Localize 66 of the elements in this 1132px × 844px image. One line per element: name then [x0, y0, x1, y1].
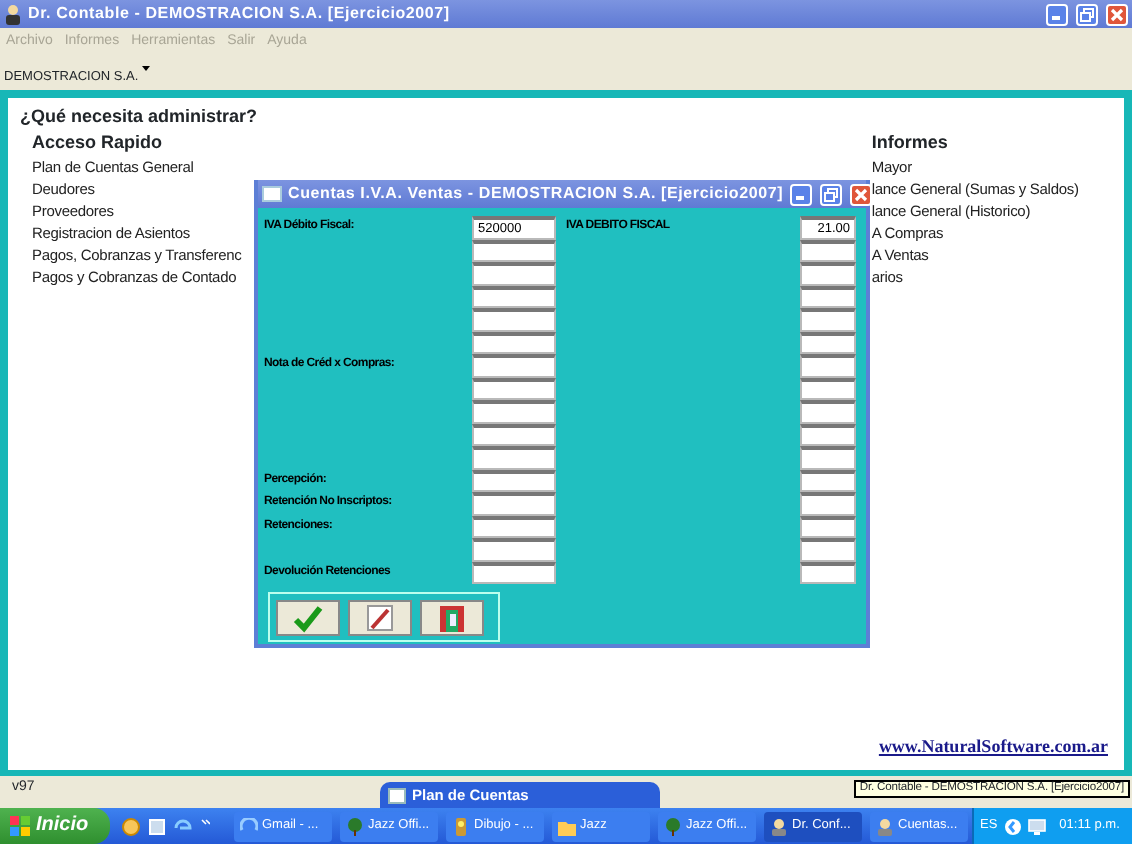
input-field[interactable] [800, 538, 856, 561]
window-title: Dr. Contable - DEMOSTRACION S.A. [Ejercicio2007] [28, 4, 450, 24]
input-field[interactable] [472, 561, 556, 584]
folder-icon [558, 817, 576, 835]
close-icon [853, 187, 868, 201]
input-field[interactable] [800, 423, 856, 446]
input-field[interactable] [800, 515, 856, 538]
icon-button[interactable] [348, 600, 412, 636]
input-field[interactable] [472, 308, 556, 331]
icon-button[interactable] [276, 600, 340, 636]
input-field[interactable] [800, 377, 856, 400]
close-button[interactable] [1106, 3, 1128, 25]
windows-logo-icon [10, 816, 30, 836]
section-title: Acceso Rapido [32, 131, 165, 154]
minimize-button[interactable] [789, 183, 812, 205]
pencil-icon [364, 603, 396, 633]
app-icon [770, 817, 788, 835]
input-field[interactable] [472, 446, 556, 469]
question-heading: ¿Qué necesita administrar? [20, 106, 260, 128]
input-field[interactable] [472, 354, 556, 377]
input-field[interactable] [800, 561, 856, 584]
input-field[interactable] [800, 469, 856, 492]
input-field[interactable] [800, 308, 856, 331]
input-field[interactable] [800, 400, 856, 423]
dialog-title: Cuentas I.V.A. Ventas - DEMOSTRACION S.A. [Ejercicio2007] [288, 184, 784, 204]
website-link[interactable]: www.NaturalSoftware.com.ar [878, 736, 1108, 758]
monitor-icon[interactable] [1027, 817, 1046, 835]
maximize-button[interactable] [819, 183, 842, 205]
window-icon [388, 787, 406, 803]
input-field[interactable] [472, 331, 556, 354]
input-field[interactable] [472, 538, 556, 561]
tree-icon [346, 817, 364, 835]
input-field[interactable] [472, 492, 556, 515]
network-icon[interactable] [1003, 817, 1022, 835]
desktop-icon[interactable] [148, 817, 166, 835]
restore-icon [1080, 7, 1094, 21]
maximize-button[interactable] [1076, 3, 1098, 25]
input-field[interactable] [472, 400, 556, 423]
input-field[interactable] [800, 331, 856, 354]
input-field[interactable] [800, 492, 856, 515]
input-field[interactable] [800, 446, 856, 469]
input-field[interactable] [800, 354, 856, 377]
app-icon [4, 3, 22, 25]
section-title: Informes [871, 131, 950, 154]
input-field[interactable] [472, 377, 556, 400]
input-field[interactable] [472, 423, 556, 446]
check-icon [292, 603, 324, 633]
tree-icon [664, 817, 682, 835]
input-field[interactable] [800, 262, 856, 285]
input-field[interactable] [472, 515, 556, 538]
paint-icon [452, 817, 470, 835]
input-field[interactable] [472, 262, 556, 285]
icon-button[interactable] [420, 600, 484, 636]
restore-icon [823, 187, 838, 201]
input-field[interactable] [472, 469, 556, 492]
close-button[interactable] [849, 183, 872, 205]
input-field[interactable] [800, 285, 856, 308]
door-icon [436, 603, 468, 633]
app-icon [876, 817, 894, 835]
caret-icon[interactable] [142, 66, 151, 72]
input-field[interactable] [800, 239, 856, 262]
minimize-button[interactable] [1046, 3, 1068, 25]
close-icon [1110, 7, 1124, 21]
input-field[interactable] [472, 285, 556, 308]
input-field[interactable] [472, 239, 556, 262]
window-icon [262, 186, 282, 202]
